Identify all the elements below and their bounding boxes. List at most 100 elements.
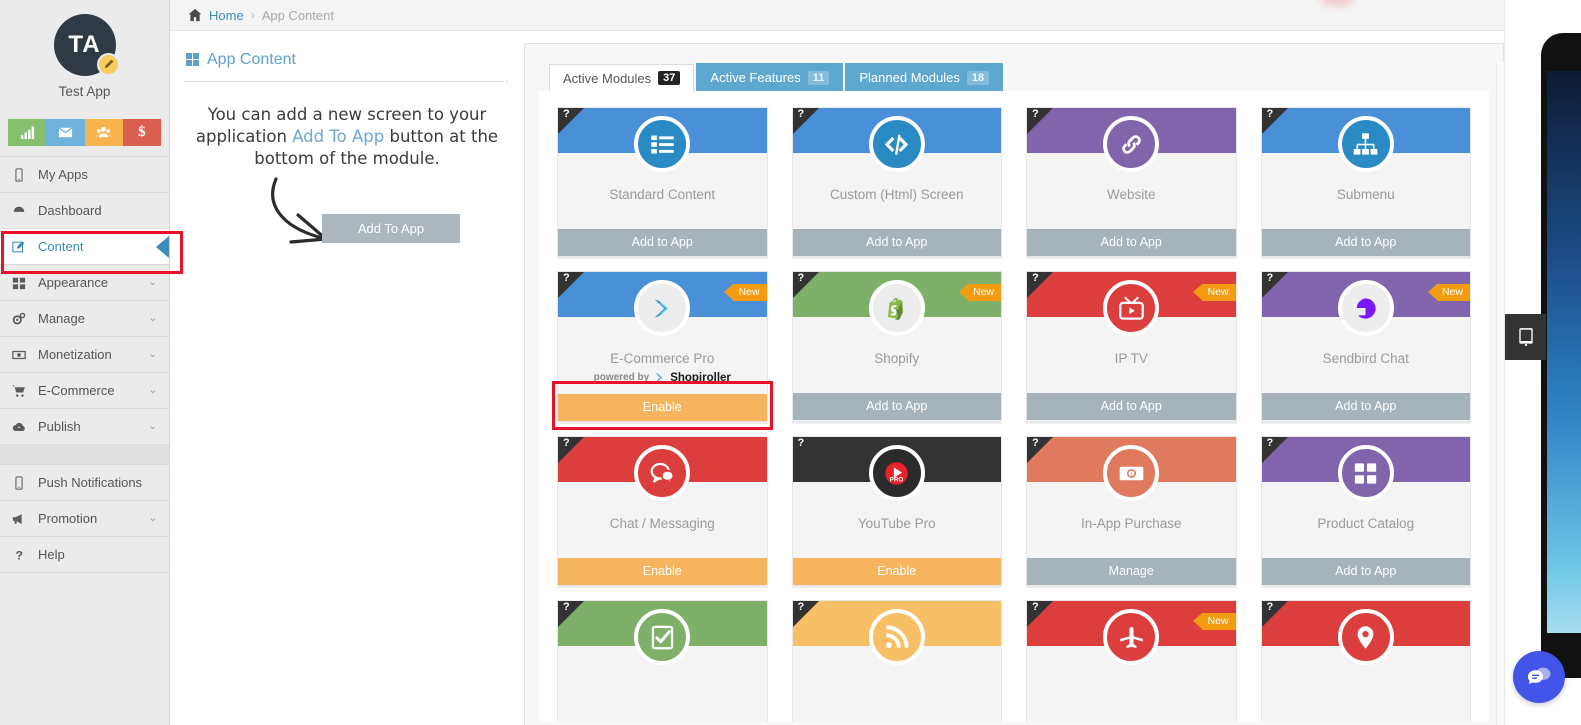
module-action-button[interactable]: Add to App	[558, 229, 767, 256]
tab-panel-active-modules: ? Standard Content Add to App? Custom (Html…	[539, 91, 1489, 722]
sidebar-item-appearance[interactable]: Appearance ⌄	[0, 265, 169, 301]
cart-icon	[12, 384, 34, 398]
sidebar-item-e-commerce[interactable]: E-Commerce ⌄	[0, 373, 169, 409]
question-icon: ?	[1032, 601, 1039, 613]
sidebar-item-dashboard[interactable]: Dashboard	[0, 193, 169, 229]
new-badge: New	[1193, 613, 1236, 630]
grid-icon	[186, 53, 200, 67]
module-card[interactable]: ? Product Catalog Add to App	[1260, 436, 1471, 586]
sidebar-item-publish[interactable]: Publish ⌄	[0, 409, 169, 445]
mobile-icon	[12, 475, 34, 490]
sidebar-item-promotion[interactable]: Promotion ⌄	[0, 501, 169, 537]
sidebar-item-push-notifications[interactable]: Push Notifications	[0, 465, 169, 501]
module-action-button[interactable]: Enable	[558, 558, 767, 585]
sidebar-item-content[interactable]: Content	[0, 229, 169, 265]
module-action-button[interactable]: Add to App	[1027, 229, 1236, 256]
module-name: E-Commerce Pro	[610, 351, 715, 366]
home-icon	[188, 8, 202, 22]
module-card[interactable]: ? New E-Commerce Pro powered by Shopiroller E…	[552, 271, 773, 430]
messages-tile[interactable]	[46, 119, 85, 146]
avatar-edit-button[interactable]	[96, 53, 120, 76]
new-badge: New	[958, 284, 1001, 301]
card-header: ? New	[558, 272, 767, 336]
help-corner[interactable]	[792, 272, 819, 298]
sidebar-item-monetization[interactable]: Monetization ⌄	[0, 337, 169, 373]
module-action-button[interactable]: Add to App	[792, 229, 1001, 256]
help-corner[interactable]	[1261, 108, 1288, 134]
hint-highlight: Add To App	[292, 127, 385, 146]
module-card[interactable]: ? Custom (Html) Screen Add to App	[791, 107, 1002, 257]
help-corner[interactable]	[792, 108, 819, 134]
edit-square-icon	[12, 240, 34, 254]
help-corner[interactable]	[558, 272, 584, 298]
arrow-row: Add To App	[186, 172, 508, 262]
tab-active-features[interactable]: Active Features 11	[696, 63, 844, 91]
help-corner[interactable]	[792, 601, 819, 627]
module-action-button[interactable]: Add to App	[792, 393, 1001, 420]
module-action-button[interactable]: Enable	[792, 558, 1001, 585]
help-corner[interactable]	[792, 437, 819, 463]
module-action-button[interactable]: Add to App	[1261, 229, 1470, 256]
help-corner[interactable]	[1261, 601, 1288, 627]
help-corner[interactable]	[558, 108, 584, 134]
sidebar-item-my-apps[interactable]: My Apps	[0, 157, 169, 193]
help-corner[interactable]	[558, 437, 584, 463]
module-action-button[interactable]: Enable	[558, 394, 767, 421]
card-header: ?	[1261, 601, 1470, 665]
help-corner[interactable]	[1027, 108, 1053, 134]
breadcrumb-home-link[interactable]: Home	[209, 8, 244, 23]
megaphone-icon	[12, 512, 34, 526]
module-card[interactable]: ? 1 In-App Purchase Manage	[1026, 436, 1237, 586]
sidebar: TA Test App $ My Apps Dashboard Content …	[0, 0, 183, 725]
module-card[interactable]: ? New	[1026, 600, 1237, 722]
modules-panel: Active Modules 37 Active Features 11 Pla…	[524, 43, 1504, 725]
sidebar-item-help[interactable]: ? Help	[0, 537, 169, 573]
card-header: ?	[1261, 437, 1470, 501]
module-card[interactable]: ?	[1260, 600, 1471, 722]
card-header: ?	[558, 601, 767, 665]
help-corner[interactable]	[1027, 272, 1053, 298]
help-corner[interactable]	[558, 601, 584, 627]
module-name: IP TV	[1114, 351, 1148, 366]
tab-planned-modules[interactable]: Planned Modules 18	[845, 63, 1004, 91]
tablet-preview-toggle[interactable]	[1505, 314, 1546, 360]
active-indicator-arrow	[156, 235, 169, 258]
module-card[interactable]: ? New IP TV Add to App	[1026, 271, 1237, 422]
module-card[interactable]: ? New Shopify Add to App	[791, 271, 1002, 422]
question-icon: ?	[563, 601, 570, 613]
card-header: ? PRO	[792, 437, 1001, 501]
tab-badge: 11	[807, 70, 830, 85]
module-card[interactable]: ? New Sendbird Chat Add to App	[1260, 271, 1471, 422]
card-header: ? 1	[1027, 437, 1236, 501]
sidebar-item-manage[interactable]: Manage ⌄	[0, 301, 169, 337]
module-card[interactable]: ? Chat / Messaging Enable	[557, 436, 768, 586]
module-action-button[interactable]: Add to App	[1261, 558, 1470, 585]
revenue-tile[interactable]: $	[122, 119, 161, 146]
module-action-button[interactable]: Manage	[1027, 558, 1236, 585]
mobile-icon	[12, 167, 34, 182]
add-to-app-button[interactable]: Add To App	[322, 214, 460, 243]
code-icon	[868, 116, 925, 172]
module-card[interactable]: ? Website Add to App	[1026, 107, 1237, 257]
module-card[interactable]: ?	[557, 600, 768, 722]
page-scrollbar[interactable]	[1496, 62, 1504, 725]
help-corner[interactable]	[1027, 601, 1053, 627]
help-corner[interactable]	[1027, 437, 1053, 463]
stats-tile[interactable]	[8, 119, 47, 146]
sidebar-item-label: Publish	[38, 419, 81, 434]
chat-support-button[interactable]	[1513, 651, 1565, 703]
help-corner[interactable]	[1261, 437, 1288, 463]
module-card[interactable]: ?	[791, 600, 1002, 722]
hint-text: You can add a new screen to your applica…	[186, 104, 508, 170]
module-card[interactable]: ? Submenu Add to App	[1260, 107, 1471, 257]
module-card[interactable]: ? Standard Content Add to App	[557, 107, 768, 257]
users-tile[interactable]	[84, 119, 123, 146]
module-action-button[interactable]: Add to App	[1261, 393, 1470, 420]
question-icon: ?	[797, 601, 805, 613]
tab-active-modules[interactable]: Active Modules 37	[549, 64, 695, 92]
module-action-button[interactable]: Add to App	[1027, 393, 1236, 420]
help-corner[interactable]	[1261, 272, 1288, 298]
module-name: Custom (Html) Screen	[829, 187, 964, 202]
sidebar-item-label: Dashboard	[38, 203, 102, 218]
module-card[interactable]: ? PRO YouTube Pro Enable	[791, 436, 1002, 586]
